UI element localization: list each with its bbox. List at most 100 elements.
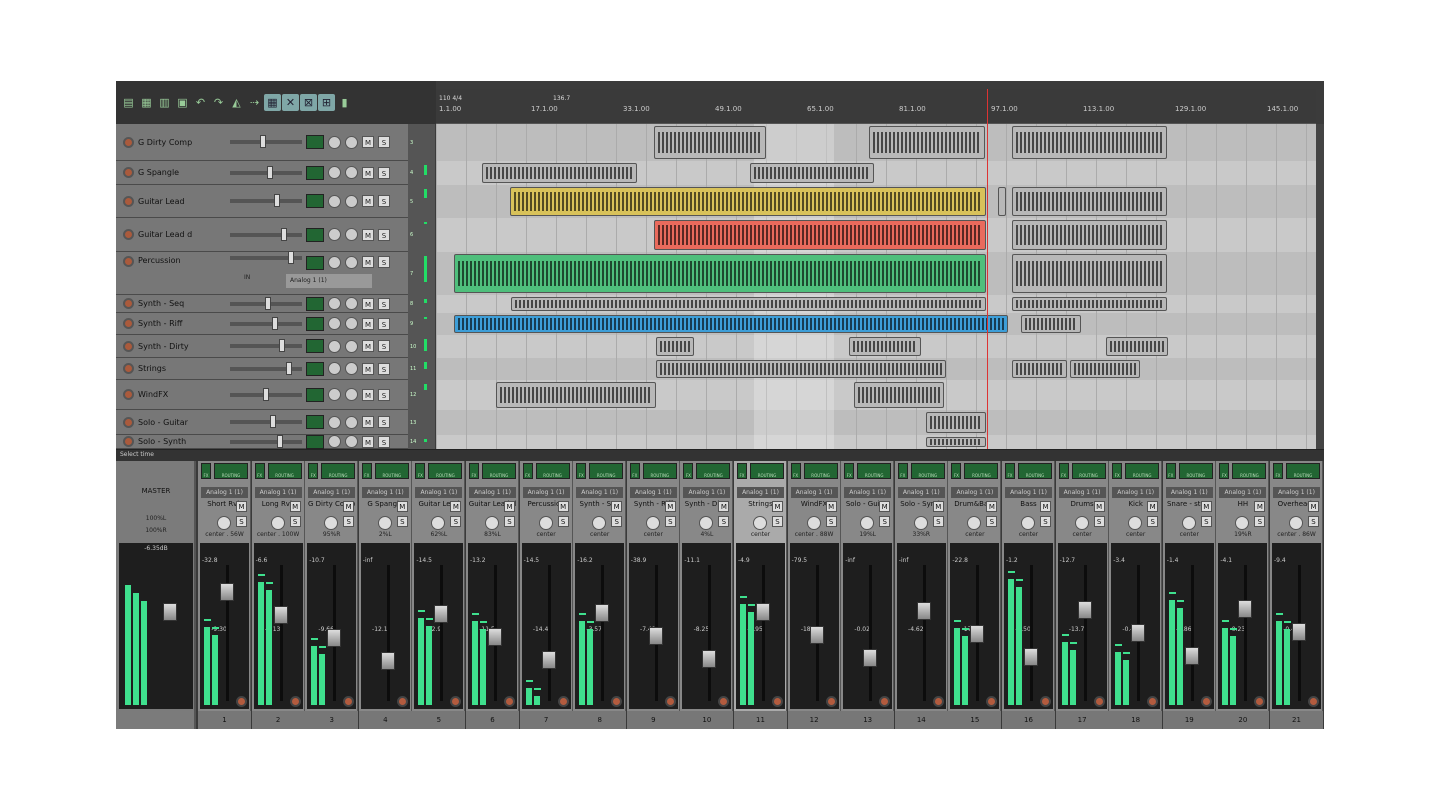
pan-knob[interactable] xyxy=(328,435,341,448)
pan-knob[interactable] xyxy=(699,516,714,530)
routing-button[interactable]: ROUTING xyxy=(964,463,999,479)
record-arm-button[interactable] xyxy=(123,229,134,240)
width-knob[interactable] xyxy=(345,166,358,179)
fader-handle[interactable] xyxy=(277,434,283,448)
pan-knob[interactable] xyxy=(1128,516,1143,530)
routing-button[interactable] xyxy=(306,194,324,208)
solo-button[interactable]: S xyxy=(718,516,730,527)
mute-button[interactable]: M xyxy=(362,166,374,179)
arrange-view[interactable] xyxy=(436,124,1316,449)
solo-button[interactable]: S xyxy=(1200,516,1212,527)
pan-knob[interactable] xyxy=(1074,516,1089,530)
io-button[interactable] xyxy=(396,696,408,707)
input-select[interactable]: Analog 1 (1) xyxy=(576,487,624,498)
media-item[interactable] xyxy=(454,254,986,293)
media-item[interactable] xyxy=(926,437,986,447)
media-item[interactable] xyxy=(1021,315,1081,333)
routing-button[interactable]: ROUTING xyxy=(1071,463,1106,479)
width-knob[interactable] xyxy=(345,194,358,208)
volume-fader[interactable] xyxy=(230,135,302,148)
record-arm-button[interactable] xyxy=(123,389,134,400)
open-project-icon[interactable]: ▦ xyxy=(138,94,155,111)
save-project-icon[interactable]: ▥ xyxy=(156,94,173,111)
solo-button[interactable]: S xyxy=(664,516,676,527)
input-select[interactable]: Analog 1 (1) xyxy=(308,487,356,498)
solo-button[interactable]: S xyxy=(932,516,944,527)
solo-button[interactable]: S xyxy=(1040,516,1051,527)
io-button[interactable] xyxy=(825,696,837,707)
fader-handle[interactable] xyxy=(279,339,285,352)
io-button[interactable] xyxy=(1040,696,1051,707)
volume-fader[interactable] xyxy=(230,165,302,179)
width-knob[interactable] xyxy=(345,388,358,401)
fader-handle[interactable] xyxy=(263,387,269,401)
volume-fader[interactable] xyxy=(230,227,302,241)
routing-button[interactable] xyxy=(306,316,324,331)
routing-button[interactable]: ROUTING xyxy=(1178,463,1213,479)
solo-button[interactable]: S xyxy=(378,136,390,148)
mute-button[interactable]: M xyxy=(362,362,374,375)
fader-handle[interactable] xyxy=(265,296,271,310)
track-header[interactable]: Solo - Synth M S xyxy=(116,434,416,449)
solo-button[interactable]: S xyxy=(236,516,247,527)
io-button[interactable] xyxy=(932,696,944,707)
solo-button[interactable]: S xyxy=(1254,516,1266,527)
volume-fader[interactable] xyxy=(230,316,302,330)
media-item[interactable] xyxy=(1012,187,1167,216)
mute-button[interactable]: M xyxy=(362,136,374,148)
input-select[interactable]: Analog 1 (1) xyxy=(469,487,516,498)
mute-button[interactable]: M xyxy=(1040,501,1051,512)
volume-fader[interactable] xyxy=(916,602,931,620)
pan-knob[interactable] xyxy=(1021,516,1035,530)
media-item[interactable] xyxy=(482,163,637,183)
record-arm-button[interactable] xyxy=(123,363,134,374)
input-select[interactable]: Analog 1 (1) xyxy=(844,487,892,498)
solo-button[interactable]: S xyxy=(450,516,462,527)
routing-button[interactable] xyxy=(306,434,324,449)
volume-fader[interactable] xyxy=(230,194,302,207)
pan-knob[interactable] xyxy=(645,516,660,530)
solo-button[interactable]: S xyxy=(378,388,390,401)
width-knob[interactable] xyxy=(345,228,358,241)
input-select[interactable]: Analog 1 (1) xyxy=(897,487,945,498)
routing-button[interactable]: ROUTING xyxy=(1286,463,1320,479)
mute-button[interactable]: M xyxy=(504,501,515,512)
media-item[interactable] xyxy=(750,163,874,183)
input-select[interactable]: Analog 1 (1) xyxy=(361,487,409,498)
pan-knob[interactable] xyxy=(913,516,928,530)
routing-button[interactable] xyxy=(306,227,324,242)
io-button[interactable] xyxy=(1308,696,1319,707)
record-arm-button[interactable] xyxy=(123,167,134,178)
pan-knob[interactable] xyxy=(377,516,392,530)
solo-button[interactable]: S xyxy=(1093,516,1105,527)
solo-button[interactable]: S xyxy=(378,166,390,179)
fader-handle[interactable] xyxy=(288,251,294,264)
track-header[interactable]: Synth - Dirty M S xyxy=(116,335,416,358)
routing-button[interactable] xyxy=(306,387,324,402)
fader-handle[interactable] xyxy=(281,227,287,241)
media-item[interactable] xyxy=(998,187,1006,216)
input-select[interactable]: Analog 1 (1) xyxy=(1112,487,1160,498)
media-item[interactable] xyxy=(1012,297,1167,311)
routing-button[interactable] xyxy=(306,256,324,270)
volume-fader[interactable] xyxy=(327,629,342,647)
media-item[interactable] xyxy=(849,337,921,356)
mute-button[interactable]: M xyxy=(718,501,730,512)
mute-button[interactable]: M xyxy=(879,501,891,512)
fx-button[interactable]: FX xyxy=(254,463,265,479)
solo-button[interactable]: S xyxy=(378,416,390,428)
media-item[interactable] xyxy=(1012,220,1167,250)
record-arm-button[interactable] xyxy=(123,318,134,329)
track-header[interactable]: G Spangle M S xyxy=(116,161,416,185)
routing-button[interactable]: ROUTING xyxy=(642,463,677,479)
width-knob[interactable] xyxy=(345,362,358,375)
track-header[interactable]: WindFX M S xyxy=(116,380,416,410)
mute-button[interactable]: M xyxy=(343,501,355,512)
volume-fader[interactable] xyxy=(648,627,663,645)
pan-knob[interactable] xyxy=(328,256,341,269)
mute-button[interactable]: M xyxy=(932,501,944,512)
track-header[interactable]: Guitar Lead d MS xyxy=(116,218,416,252)
pan-knob[interactable] xyxy=(753,516,767,530)
mute-button[interactable]: M xyxy=(557,501,569,512)
record-arm-button[interactable] xyxy=(123,340,134,352)
